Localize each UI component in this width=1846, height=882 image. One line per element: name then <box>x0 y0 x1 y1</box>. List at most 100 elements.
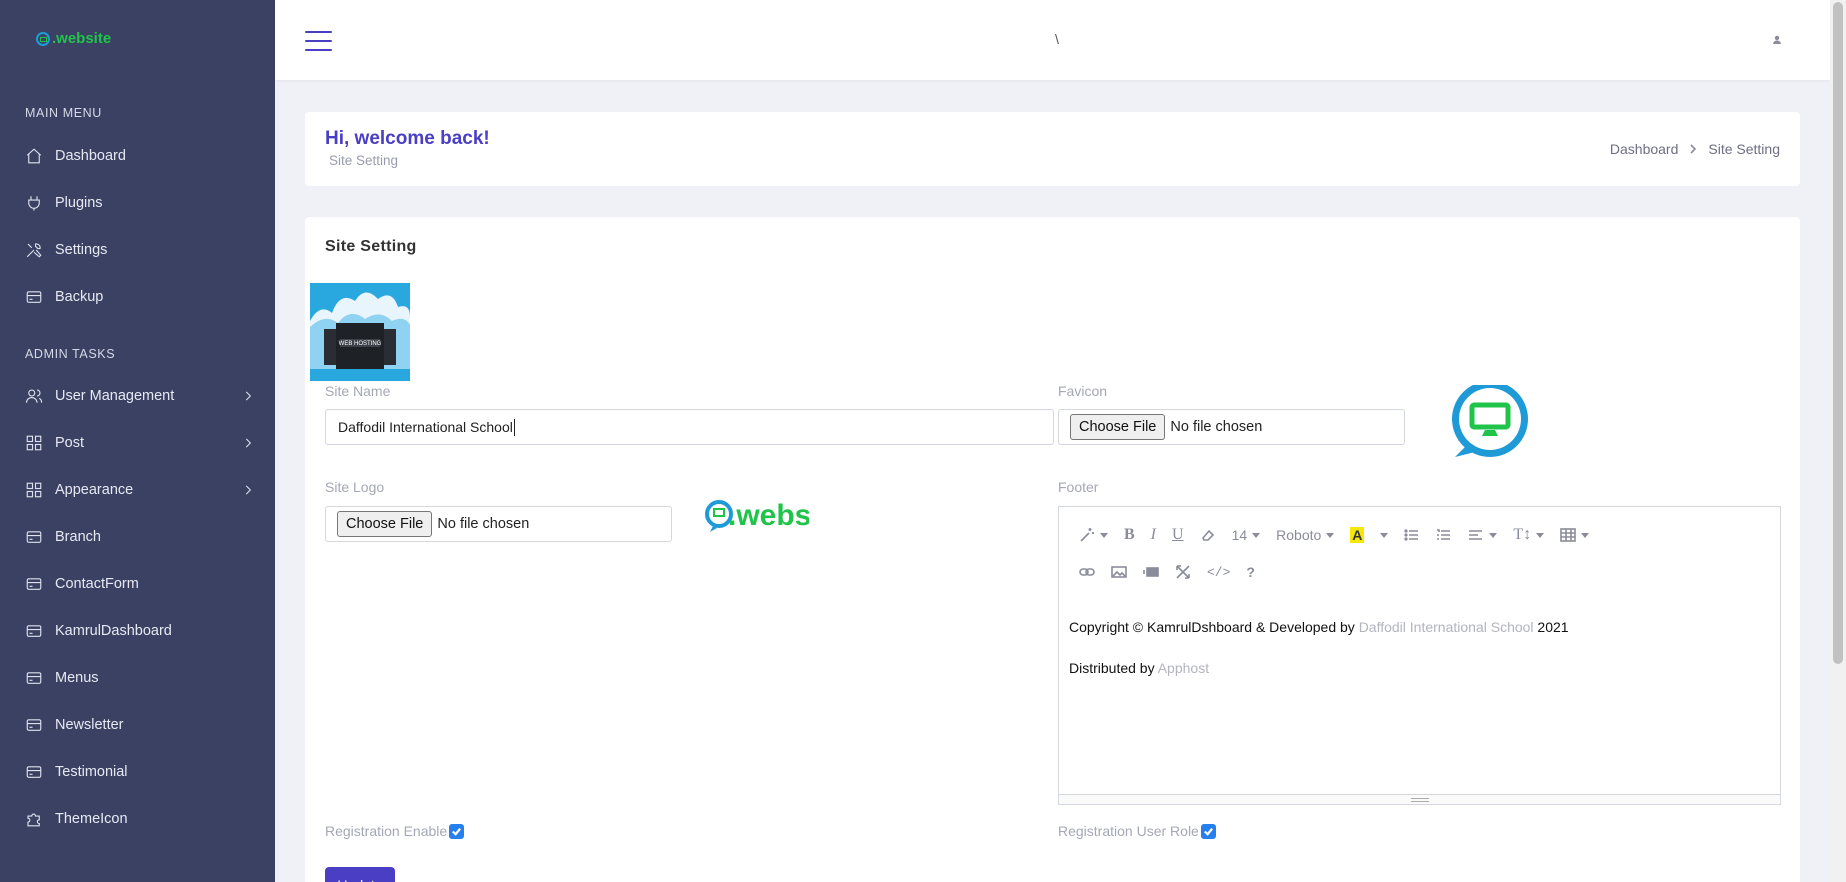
brand-name: .website <box>52 30 112 47</box>
bold-icon[interactable]: B <box>1124 522 1135 548</box>
video-icon[interactable] <box>1143 559 1159 585</box>
unordered-list-icon[interactable] <box>1404 522 1420 548</box>
web-hosting-image-text: WEB HOSTING <box>339 341 382 347</box>
underline-icon[interactable]: U <box>1172 522 1184 548</box>
sidebar: .website MAIN MENU Dashboard Plugins Set… <box>0 0 275 882</box>
card-icon <box>25 528 43 546</box>
breadcrumb-current: Site Setting <box>1708 141 1780 157</box>
help-icon[interactable]: ? <box>1246 559 1255 585</box>
chevron-right-icon <box>241 389 255 403</box>
sidebar-item-appearance[interactable]: Appearance <box>25 476 255 504</box>
site-name-label: Site Name <box>325 383 391 399</box>
page-scrollbar[interactable] <box>1830 0 1846 882</box>
ordered-list-icon[interactable] <box>1436 522 1452 548</box>
footer-school-link[interactable]: Daffodil International School <box>1359 619 1534 635</box>
users-icon <box>25 387 43 405</box>
user-icon[interactable] <box>1771 33 1783 45</box>
color-dropdown-caret[interactable] <box>1380 522 1389 548</box>
footer-rich-text-editor[interactable]: B I U 14 Roboto A T↕ </> ? Copyright © K… <box>1058 506 1781 805</box>
scrollbar-thumb[interactable] <box>1833 2 1843 664</box>
grid-icon <box>25 481 43 499</box>
sidebar-item-dashboard[interactable]: Dashboard <box>25 142 255 170</box>
align-icon[interactable] <box>1468 522 1498 548</box>
breadcrumb-dashboard-link[interactable]: Dashboard <box>1610 141 1679 157</box>
registration-enable-row: Registration Enable <box>325 823 465 839</box>
image-icon[interactable] <box>1111 559 1127 585</box>
brand-logo[interactable]: .website <box>36 30 111 47</box>
site-logo-preview-image: .website <box>705 477 846 547</box>
site-logo-file-status: No file chosen <box>437 516 530 532</box>
sidebar-item-label: KamrulDashboard <box>55 623 172 639</box>
registration-enable-checkbox[interactable] <box>449 823 465 839</box>
chevron-right-icon <box>241 483 255 497</box>
hamburger-menu-icon[interactable] <box>305 31 332 51</box>
sidebar-item-themeicon[interactable]: ThemeIcon <box>25 805 255 833</box>
sidebar-item-testimonial[interactable]: Testimonial <box>25 758 255 786</box>
sidebar-item-label: Branch <box>55 529 101 545</box>
registration-role-checkbox[interactable] <box>1200 823 1216 839</box>
welcome-heading: Hi, welcome back! <box>325 128 490 149</box>
fullscreen-icon[interactable] <box>1175 559 1191 585</box>
site-name-input[interactable]: Daffodil International School <box>325 409 1054 445</box>
sidebar-item-label: ThemeIcon <box>55 811 128 827</box>
font-size-dropdown[interactable]: 14 <box>1232 522 1261 548</box>
puzzle-icon <box>25 810 43 828</box>
footer-line-1-text: Copyright © KamrulDshboard & Developed b… <box>1069 619 1359 635</box>
site-logo-label: Site Logo <box>325 479 385 495</box>
link-icon[interactable] <box>1079 559 1095 585</box>
sidebar-item-settings[interactable]: Settings <box>25 236 255 264</box>
text-color-icon[interactable]: A <box>1350 522 1365 548</box>
sidebar-item-plugins[interactable]: Plugins <box>25 189 255 217</box>
sidebar-item-label: User Management <box>55 388 175 404</box>
sidebar-item-user-management[interactable]: User Management <box>25 382 255 410</box>
sidebar-item-label: Backup <box>55 289 104 305</box>
footer-apphost-link[interactable]: Apphost <box>1158 660 1209 676</box>
magic-wand-icon[interactable] <box>1079 522 1108 548</box>
registration-role-label: Registration User Role <box>1058 823 1199 839</box>
sidebar-item-kamruldashboard[interactable]: KamrulDashboard <box>25 617 255 645</box>
font-family-dropdown[interactable]: Roboto <box>1276 522 1335 548</box>
footer-line-2: Distributed by Apphost <box>1069 658 1569 679</box>
code-view-icon[interactable]: </> <box>1207 559 1230 585</box>
text-cursor <box>513 418 515 436</box>
sidebar-item-menus[interactable]: Menus <box>25 664 255 692</box>
sidebar-item-label: Appearance <box>55 482 134 498</box>
update-button[interactable]: Update <box>325 867 395 882</box>
sidebar-item-contactform[interactable]: ContactForm <box>25 570 255 598</box>
sidebar-item-newsletter[interactable]: Newsletter <box>25 711 255 739</box>
sidebar-item-post[interactable]: Post <box>25 429 255 457</box>
eraser-icon[interactable] <box>1200 522 1216 548</box>
footer-line-2-text: Distributed by <box>1069 660 1158 676</box>
editor-content[interactable]: Copyright © KamrulDshboard & Developed b… <box>1069 617 1569 699</box>
sidebar-item-label: Testimonial <box>55 764 128 780</box>
sidebar-item-backup[interactable]: Backup <box>25 283 255 311</box>
favicon-label: Favicon <box>1058 383 1108 399</box>
sidebar-item-label: Settings <box>55 242 108 258</box>
italic-icon[interactable]: I <box>1151 522 1156 548</box>
favicon-file-input[interactable]: Choose File No file chosen <box>1058 409 1405 445</box>
card-icon <box>25 763 43 781</box>
font-family-value: Roboto <box>1276 527 1322 543</box>
topbar-center-text: \ <box>1055 31 1059 47</box>
editor-toolbar-row-1: B I U 14 Roboto A T↕ <box>1079 522 1605 548</box>
footer-year: 2021 <box>1533 619 1569 635</box>
line-height-icon[interactable]: T↕ <box>1513 522 1545 548</box>
site-logo-file-input[interactable]: Choose File No file chosen <box>325 506 672 542</box>
home-icon <box>25 147 43 165</box>
site-logo-text: .website <box>728 499 809 532</box>
editor-resize-handle[interactable] <box>1059 794 1780 804</box>
plug-icon <box>25 194 43 212</box>
topbar: \ <box>275 0 1830 80</box>
sidebar-item-label: Menus <box>55 670 99 686</box>
page-header-card: Hi, welcome back! Site Setting Dashboard… <box>305 112 1800 186</box>
footer-label: Footer <box>1058 479 1099 495</box>
card-icon <box>25 622 43 640</box>
registration-enable-label: Registration Enable <box>325 823 448 839</box>
admin-tasks-heading: ADMIN TASKS <box>25 347 116 361</box>
sidebar-item-branch[interactable]: Branch <box>25 523 255 551</box>
table-icon[interactable] <box>1560 522 1590 548</box>
favicon-choose-file-button[interactable]: Choose File <box>1070 414 1166 440</box>
site-logo-choose-file-button[interactable]: Choose File <box>337 511 433 537</box>
sidebar-item-label: Plugins <box>55 195 103 211</box>
chevron-right-icon <box>1688 141 1698 157</box>
